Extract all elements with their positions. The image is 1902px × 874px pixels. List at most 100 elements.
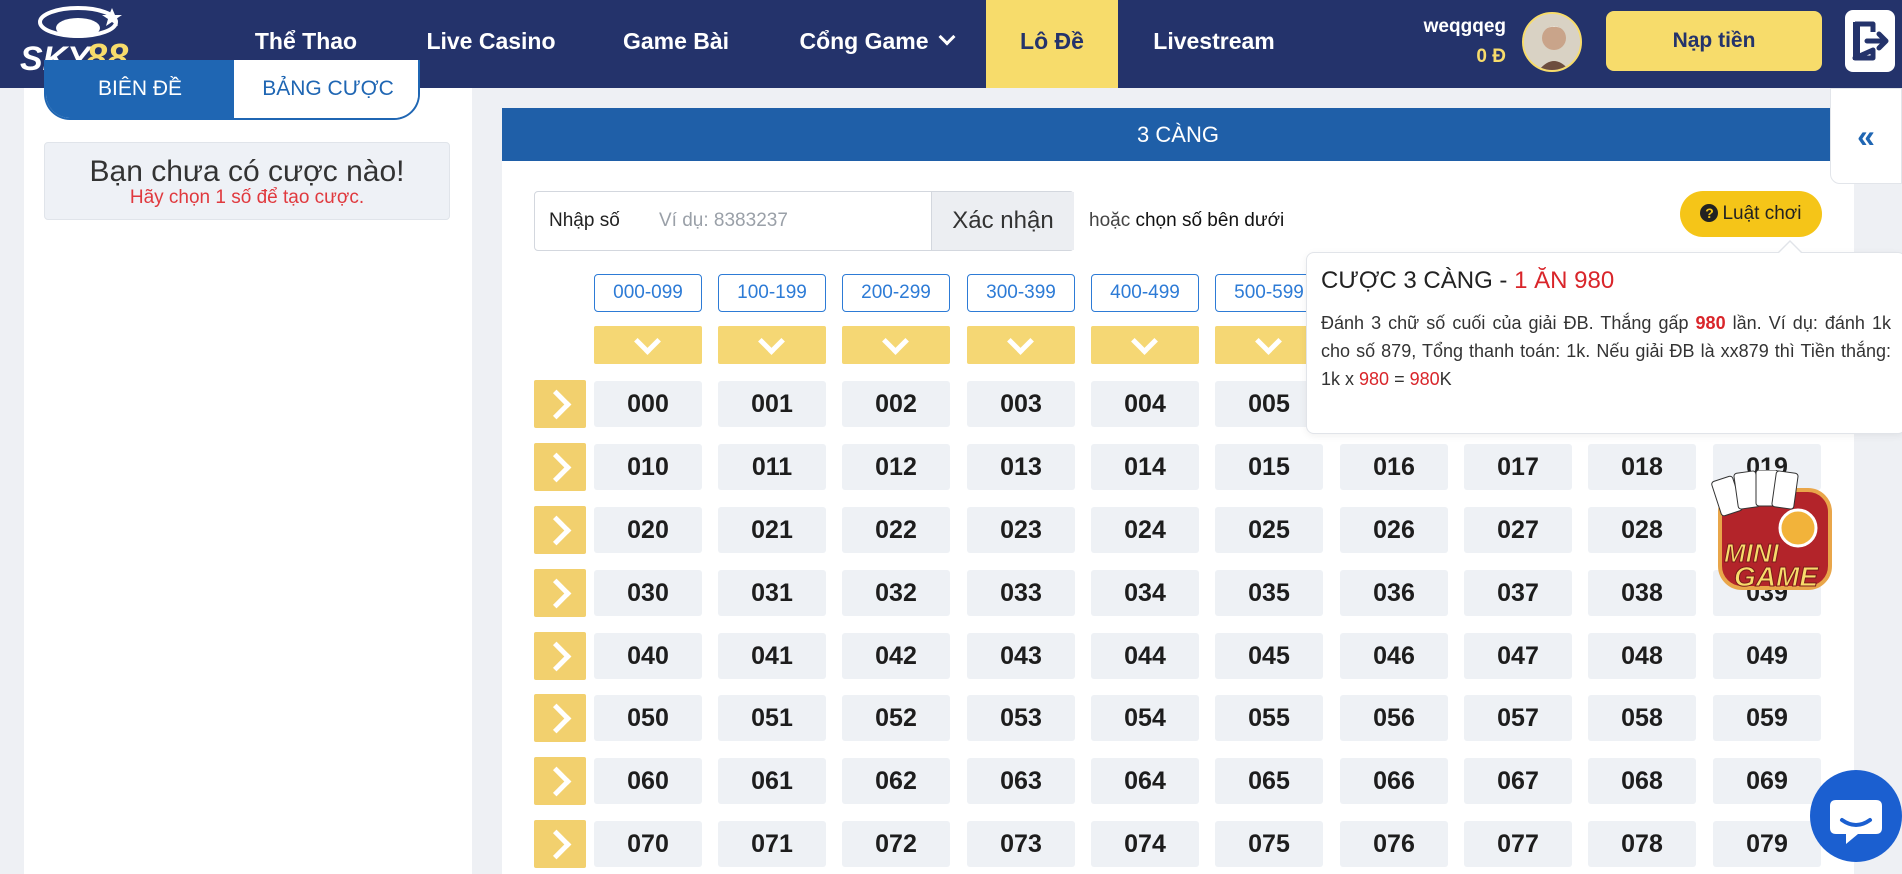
row-select-arrow[interactable] [534,757,586,805]
number-cell[interactable]: 010 [594,444,702,490]
number-cell[interactable]: 079 [1713,821,1821,867]
number-cell[interactable]: 002 [842,381,950,427]
number-cell[interactable]: 018 [1588,444,1696,490]
minigame-widget[interactable]: MINI GAME [1706,470,1840,600]
nav-lo-de[interactable]: Lô Đề [986,0,1118,88]
range-button[interactable]: 200-299 [842,274,950,312]
row-select-arrow[interactable] [534,820,586,868]
number-cell[interactable]: 021 [718,507,826,553]
number-cell[interactable]: 027 [1464,507,1572,553]
row-select-arrow[interactable] [534,632,586,680]
number-cell[interactable]: 040 [594,633,702,679]
number-cell[interactable]: 013 [967,444,1075,490]
number-input[interactable] [659,204,919,238]
row-select-arrow[interactable] [534,506,586,554]
user-avatar[interactable] [1522,12,1582,72]
number-cell[interactable]: 051 [718,695,826,741]
number-cell[interactable]: 012 [842,444,950,490]
number-cell[interactable]: 057 [1464,695,1572,741]
number-cell[interactable]: 047 [1464,633,1572,679]
row-select-arrow[interactable] [534,569,586,617]
number-cell[interactable]: 050 [594,695,702,741]
number-cell[interactable]: 066 [1340,758,1448,804]
number-cell[interactable]: 062 [842,758,950,804]
number-cell[interactable]: 011 [718,444,826,490]
number-cell[interactable]: 017 [1464,444,1572,490]
number-cell[interactable]: 015 [1215,444,1323,490]
tab-bien-de[interactable]: BIÊN ĐỀ [46,60,234,118]
number-cell[interactable]: 022 [842,507,950,553]
number-cell[interactable]: 071 [718,821,826,867]
number-cell[interactable]: 016 [1340,444,1448,490]
nav-game-bai[interactable]: Game Bài [606,0,746,88]
number-cell[interactable]: 032 [842,570,950,616]
number-cell[interactable]: 077 [1464,821,1572,867]
range-select-arrow[interactable] [967,326,1075,364]
number-cell[interactable]: 054 [1091,695,1199,741]
range-select-arrow[interactable] [718,326,826,364]
row-select-arrow[interactable] [534,443,586,491]
number-cell[interactable]: 025 [1215,507,1323,553]
number-cell[interactable]: 001 [718,381,826,427]
number-cell[interactable]: 075 [1215,821,1323,867]
nav-live-casino[interactable]: Live Casino [406,0,576,88]
number-cell[interactable]: 004 [1091,381,1199,427]
number-cell[interactable]: 037 [1464,570,1572,616]
number-cell[interactable]: 055 [1215,695,1323,741]
range-select-arrow[interactable] [594,326,702,364]
range-button[interactable]: 000-099 [594,274,702,312]
number-cell[interactable]: 069 [1713,758,1821,804]
number-cell[interactable]: 048 [1588,633,1696,679]
number-cell[interactable]: 000 [594,381,702,427]
rules-button[interactable]: ? Luật chơi [1680,191,1822,237]
number-cell[interactable]: 034 [1091,570,1199,616]
number-cell[interactable]: 035 [1215,570,1323,616]
confirm-button[interactable]: Xác nhận [931,192,1074,250]
number-cell[interactable]: 076 [1340,821,1448,867]
number-cell[interactable]: 052 [842,695,950,741]
number-cell[interactable]: 068 [1588,758,1696,804]
number-cell[interactable]: 056 [1340,695,1448,741]
number-cell[interactable]: 003 [967,381,1075,427]
tab-bang-cuoc[interactable]: BẢNG CƯỢC [234,60,418,118]
number-cell[interactable]: 020 [594,507,702,553]
number-cell[interactable]: 030 [594,570,702,616]
number-cell[interactable]: 026 [1340,507,1448,553]
range-select-arrow[interactable] [1091,326,1199,364]
deposit-button[interactable]: Nạp tiền [1606,11,1822,71]
number-cell[interactable]: 073 [967,821,1075,867]
number-cell[interactable]: 044 [1091,633,1199,679]
collapse-panel-button[interactable]: « [1830,88,1902,184]
number-cell[interactable]: 038 [1588,570,1696,616]
number-cell[interactable]: 058 [1588,695,1696,741]
number-cell[interactable]: 078 [1588,821,1696,867]
range-button[interactable]: 400-499 [1091,274,1199,312]
range-select-arrow[interactable] [842,326,950,364]
number-cell[interactable]: 036 [1340,570,1448,616]
live-chat-button[interactable] [1810,770,1902,862]
number-cell[interactable]: 072 [842,821,950,867]
number-cell[interactable]: 045 [1215,633,1323,679]
row-select-arrow[interactable] [534,380,586,428]
number-cell[interactable]: 033 [967,570,1075,616]
number-cell[interactable]: 064 [1091,758,1199,804]
nav-livestream[interactable]: Livestream [1144,0,1284,88]
number-cell[interactable]: 053 [967,695,1075,741]
logout-button[interactable] [1845,10,1895,72]
number-cell[interactable]: 063 [967,758,1075,804]
number-cell[interactable]: 067 [1464,758,1572,804]
number-cell[interactable]: 041 [718,633,826,679]
number-cell[interactable]: 070 [594,821,702,867]
number-cell[interactable]: 014 [1091,444,1199,490]
number-cell[interactable]: 049 [1713,633,1821,679]
number-cell[interactable]: 059 [1713,695,1821,741]
number-cell[interactable]: 028 [1588,507,1696,553]
number-cell[interactable]: 043 [967,633,1075,679]
number-cell[interactable]: 065 [1215,758,1323,804]
range-button[interactable]: 300-399 [967,274,1075,312]
nav-cong-game[interactable]: Cổng Game [786,0,966,88]
number-cell[interactable]: 060 [594,758,702,804]
range-button[interactable]: 100-199 [718,274,826,312]
number-cell[interactable]: 074 [1091,821,1199,867]
number-cell[interactable]: 046 [1340,633,1448,679]
